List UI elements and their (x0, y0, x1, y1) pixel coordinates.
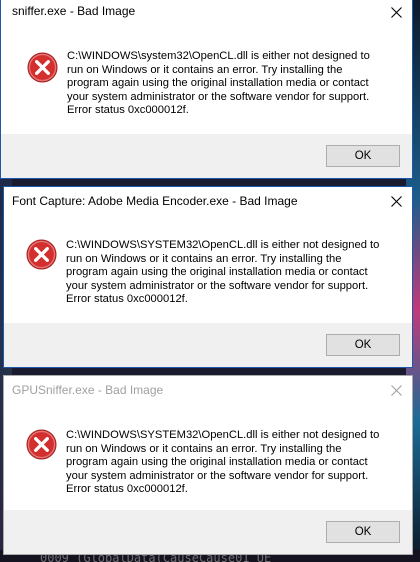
close-button[interactable] (380, 378, 412, 402)
dialog-footer: OK (1, 134, 412, 178)
dialog-footer: OK (4, 323, 412, 367)
ok-button[interactable]: OK (326, 334, 400, 356)
error-message: C:\WINDOWS\SYSTEM32\OpenCL.dll is either… (66, 239, 380, 306)
titlebar[interactable]: GPUSniffer.exe - Bad Image (4, 376, 412, 404)
dialog-body: C:\WINDOWS\SYSTEM32\OpenCL.dll is either… (4, 215, 412, 323)
close-button[interactable] (380, 0, 412, 24)
dialog-sniffer[interactable]: sniffer.exe - Bad Image C:\WINDOWS\syste… (0, 0, 413, 179)
dialog-gpusniffer[interactable]: GPUSniffer.exe - Bad Image C:\WINDOWS\SY… (3, 375, 413, 555)
dialog-title: Font Capture: Adobe Media Encoder.exe - … (12, 194, 298, 208)
close-icon (390, 384, 402, 396)
ok-button[interactable]: OK (326, 521, 400, 543)
dialog-footer: OK (4, 510, 412, 554)
dialog-font-capture[interactable]: Font Capture: Adobe Media Encoder.exe - … (3, 186, 413, 368)
close-button[interactable] (380, 189, 412, 213)
titlebar[interactable]: Font Capture: Adobe Media Encoder.exe - … (4, 187, 412, 215)
dialog-body: C:\WINDOWS\system32\OpenCL.dll is either… (1, 28, 412, 134)
dialog-title: GPUSniffer.exe - Bad Image (12, 383, 164, 397)
error-icon (26, 239, 57, 270)
close-icon (390, 195, 402, 207)
error-icon (27, 52, 58, 83)
error-message: C:\WINDOWS\SYSTEM32\OpenCL.dll is either… (66, 429, 380, 496)
dialog-title: sniffer.exe - Bad Image (12, 4, 136, 18)
error-message: C:\WINDOWS\system32\OpenCL.dll is either… (67, 50, 370, 117)
close-icon (390, 6, 402, 18)
dialog-body: C:\WINDOWS\SYSTEM32\OpenCL.dll is either… (4, 404, 412, 510)
ok-button[interactable]: OK (326, 145, 400, 167)
error-icon (26, 429, 57, 460)
titlebar[interactable]: sniffer.exe - Bad Image (1, 0, 412, 28)
